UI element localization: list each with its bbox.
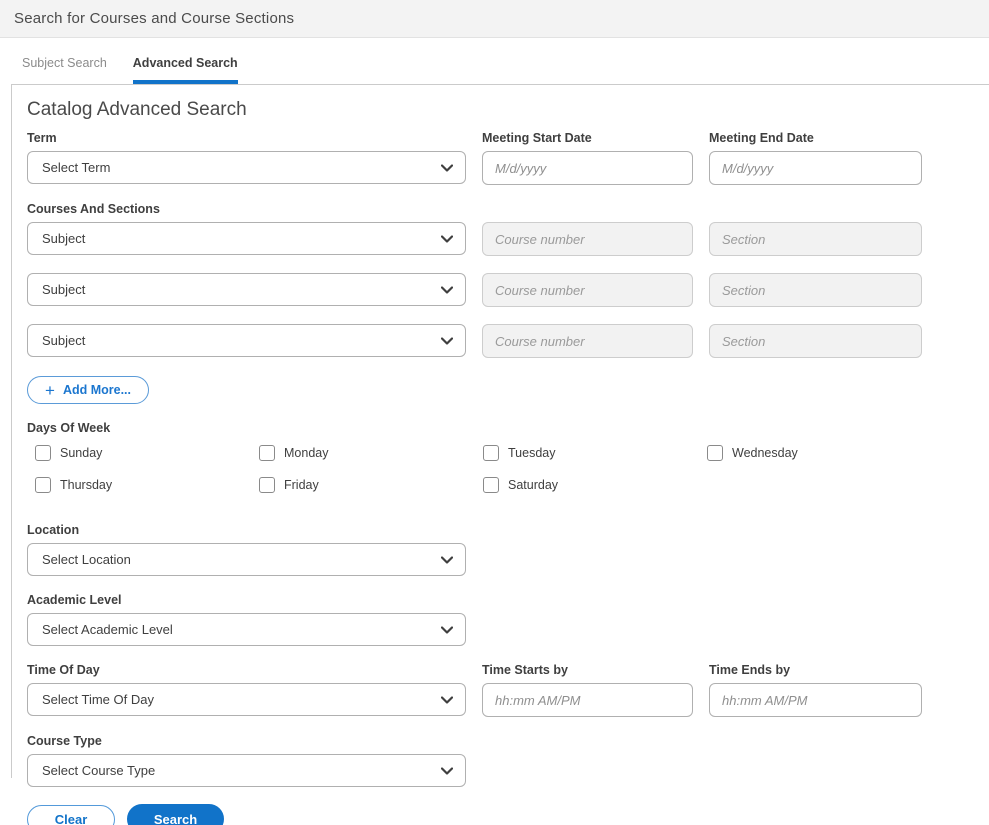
day-item-wednesday: Wednesday [707, 445, 931, 461]
subject-select-2-value: Subject [42, 282, 86, 297]
course-type-select-value: Select Course Type [42, 763, 156, 778]
chevron-down-icon [441, 234, 453, 243]
meeting-end-date-input[interactable] [709, 151, 922, 185]
meeting-end-date-label: Meeting End Date [709, 131, 814, 145]
saturday-checkbox[interactable] [483, 477, 499, 493]
tuesday-label: Tuesday [508, 446, 556, 460]
tab-subject-search[interactable]: Subject Search [22, 56, 107, 84]
plus-icon: + [45, 380, 55, 400]
chevron-down-icon [441, 695, 453, 704]
course-number-input-2[interactable] [482, 273, 693, 307]
monday-checkbox[interactable] [259, 445, 275, 461]
clear-button[interactable]: Clear [27, 804, 115, 825]
section-input-3[interactable] [709, 324, 922, 358]
friday-checkbox[interactable] [259, 477, 275, 493]
term-select[interactable]: Select Term [27, 151, 466, 184]
add-more-button[interactable]: + Add More... [27, 376, 149, 404]
sunday-label: Sunday [60, 446, 103, 460]
thursday-checkbox[interactable] [35, 477, 51, 493]
page-title: Search for Courses and Course Sections [14, 10, 295, 27]
subject-select-1[interactable]: Subject [27, 222, 466, 255]
wednesday-checkbox[interactable] [707, 445, 723, 461]
subject-select-2[interactable]: Subject [27, 273, 466, 306]
chevron-down-icon [441, 766, 453, 775]
time-of-day-select-value: Select Time Of Day [42, 692, 154, 707]
sunday-checkbox[interactable] [35, 445, 51, 461]
wednesday-label: Wednesday [732, 446, 798, 460]
term-label: Term [27, 131, 57, 145]
tab-advanced-search[interactable]: Advanced Search [132, 56, 238, 84]
saturday-label: Saturday [508, 478, 559, 492]
academic-level-select[interactable]: Select Academic Level [27, 613, 466, 646]
term-select-value: Select Term [42, 160, 111, 175]
course-type-label: Course Type [27, 734, 102, 748]
day-item-tuesday: Tuesday [483, 445, 707, 461]
subject-select-1-value: Subject [42, 231, 86, 246]
thursday-label: Thursday [60, 478, 113, 492]
advanced-search-panel: Catalog Advanced Search Term Select Term… [11, 84, 989, 825]
time-ends-by-input[interactable] [709, 683, 922, 717]
chevron-down-icon [441, 163, 453, 172]
course-number-input-3[interactable] [482, 324, 693, 358]
location-select-value: Select Location [42, 552, 131, 567]
days-of-week-group: Sunday Monday Tuesday Wednesday Thursday… [27, 445, 989, 493]
location-select[interactable]: Select Location [27, 543, 466, 576]
subject-select-3-value: Subject [42, 333, 86, 348]
course-type-select[interactable]: Select Course Type [27, 754, 466, 787]
meeting-start-date-label: Meeting Start Date [482, 131, 592, 145]
time-of-day-label: Time Of Day [27, 663, 100, 677]
chevron-down-icon [441, 625, 453, 634]
form-actions: Clear Search [27, 804, 989, 825]
subject-select-3[interactable]: Subject [27, 324, 466, 357]
chevron-down-icon [441, 285, 453, 294]
panel-heading: Catalog Advanced Search [27, 99, 247, 120]
day-item-saturday: Saturday [483, 477, 707, 493]
day-item-monday: Monday [259, 445, 483, 461]
friday-label: Friday [284, 478, 319, 492]
meeting-start-date-input[interactable] [482, 151, 693, 185]
day-item-friday: Friday [259, 477, 483, 493]
academic-level-label: Academic Level [27, 593, 122, 607]
chevron-down-icon [441, 336, 453, 345]
tuesday-checkbox[interactable] [483, 445, 499, 461]
time-starts-by-input[interactable] [482, 683, 693, 717]
chevron-down-icon [441, 555, 453, 564]
page-header: Search for Courses and Course Sections [0, 0, 989, 38]
course-number-input-1[interactable] [482, 222, 693, 256]
add-more-label: Add More... [62, 383, 131, 397]
location-label: Location [27, 523, 80, 537]
time-starts-by-label: Time Starts by [482, 663, 568, 677]
monday-label: Monday [284, 446, 329, 460]
days-of-week-label: Days Of Week [27, 421, 111, 435]
day-item-thursday: Thursday [35, 477, 259, 493]
section-input-2[interactable] [709, 273, 922, 307]
section-input-1[interactable] [709, 222, 922, 256]
time-ends-by-label: Time Ends by [709, 663, 791, 677]
courses-and-sections-label: Courses And Sections [27, 202, 160, 216]
search-button[interactable]: Search [127, 804, 224, 825]
time-of-day-select[interactable]: Select Time Of Day [27, 683, 466, 716]
search-tabs: Subject Search Advanced Search [0, 56, 989, 84]
day-item-sunday: Sunday [35, 445, 259, 461]
academic-level-select-value: Select Academic Level [42, 622, 173, 637]
